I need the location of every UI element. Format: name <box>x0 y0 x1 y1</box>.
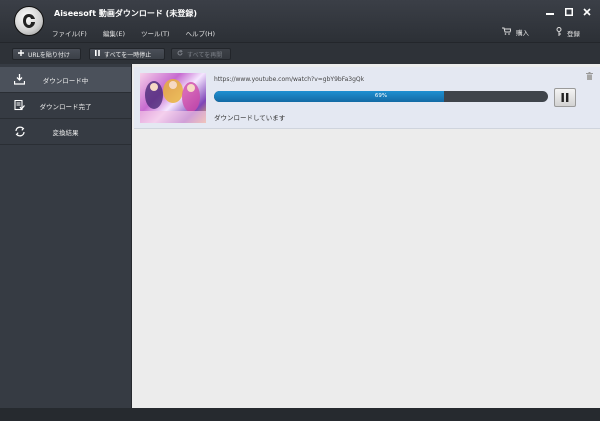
menu-bar: ファイル(F) 編集(E) ツール(T) ヘルプ(H) <box>52 28 231 38</box>
sidebar: ダウンロード中 ダウンロード完了 変換結果 <box>0 64 132 408</box>
progress-bar: 69% <box>214 91 548 102</box>
download-status: ダウンロードしています <box>214 114 286 122</box>
menu-file[interactable]: ファイル(F) <box>52 28 87 38</box>
resume-all-button[interactable]: すべてを再開 <box>171 48 231 60</box>
download-list: https://www.youtube.com/watch?v=gbY9bFa3… <box>132 64 600 408</box>
buy-label: 購入 <box>516 29 529 37</box>
key-icon <box>556 27 562 38</box>
paste-url-label: URLを貼り付け <box>28 51 70 59</box>
sidebar-item-label: ダウンロード中 <box>42 76 89 85</box>
menu-help[interactable]: ヘルプ(H) <box>186 28 215 38</box>
refresh-icon <box>177 49 183 58</box>
video-thumbnail <box>140 73 206 123</box>
maximize-icon[interactable] <box>563 8 575 19</box>
pause-all-button[interactable]: すべてを一時停止 <box>89 48 165 60</box>
app-logo <box>14 6 44 36</box>
resume-all-label: すべてを再開 <box>187 51 223 59</box>
pause-button[interactable] <box>554 88 576 107</box>
register-label: 登録 <box>567 29 580 38</box>
video-url: https://www.youtube.com/watch?v=gbY9bFa3… <box>214 76 365 83</box>
sidebar-item-label: ダウンロード完了 <box>39 102 92 111</box>
cart-icon <box>502 27 512 37</box>
sidebar-item-label: 変換結果 <box>52 128 79 137</box>
close-icon[interactable] <box>581 8 593 19</box>
title-bar: Aiseesoft 動画ダウンロード (未登録) ファイル(F) 編集(E) ツ… <box>0 0 600 42</box>
menu-edit[interactable]: 編集(E) <box>103 28 125 38</box>
buy-button[interactable]: 購入 <box>502 27 529 37</box>
register-button[interactable]: 登録 <box>556 27 580 38</box>
toolbar: URLを貼り付け すべてを一時停止 すべてを再開 <box>0 42 600 65</box>
sidebar-item-completed[interactable]: ダウンロード完了 <box>0 93 131 119</box>
app-window: Aiseesoft 動画ダウンロード (未登録) ファイル(F) 編集(E) ツ… <box>0 0 600 421</box>
sidebar-item-converted[interactable]: 変換結果 <box>0 119 131 145</box>
trash-icon[interactable] <box>586 72 593 82</box>
progress-percent: 69% <box>374 93 388 99</box>
menu-tools[interactable]: ツール(T) <box>141 28 170 38</box>
pause-all-label: すべてを一時停止 <box>104 51 152 59</box>
plus-icon <box>18 50 24 58</box>
paste-url-button[interactable]: URLを貼り付け <box>12 48 81 60</box>
minimize-icon[interactable] <box>544 8 556 19</box>
pause-icon <box>561 93 569 102</box>
status-bar <box>0 408 600 421</box>
pause-icon <box>95 50 100 58</box>
download-item[interactable]: https://www.youtube.com/watch?v=gbY9bFa3… <box>134 67 600 129</box>
app-title: Aiseesoft 動画ダウンロード (未登録) <box>54 9 197 18</box>
sidebar-item-downloading[interactable]: ダウンロード中 <box>0 67 131 93</box>
